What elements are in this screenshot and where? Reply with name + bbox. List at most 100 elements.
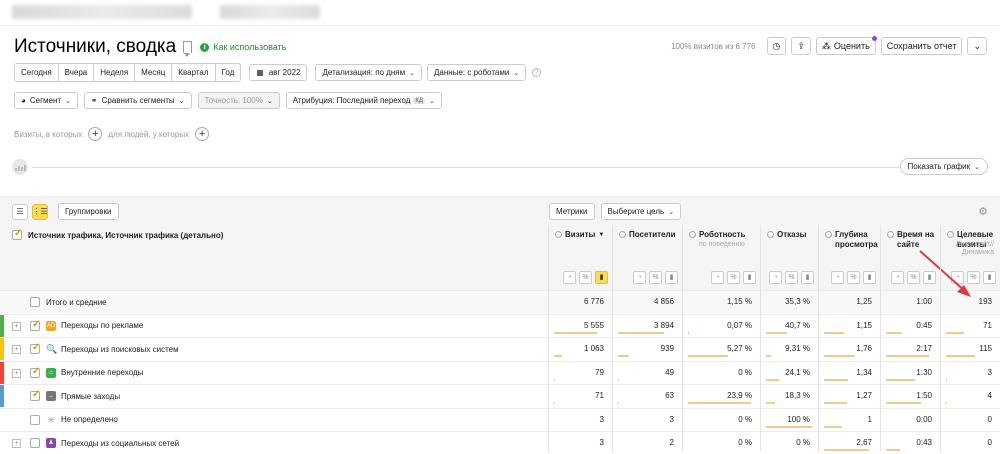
percent-icon[interactable]: %: [907, 271, 920, 284]
percent-icon[interactable]: %: [785, 271, 798, 284]
table-row[interactable]: +⌂Внутренние переходы79490 %24,1 %1,341:…: [0, 361, 1000, 384]
column-header[interactable]: Роботностьпо поведению◔%▮: [682, 225, 760, 290]
bar-icon[interactable]: ▮: [863, 271, 876, 284]
percent-icon[interactable]: %: [847, 271, 860, 284]
column-divider: [940, 225, 941, 451]
goal-dropdown[interactable]: Выберите цель⌄: [601, 203, 682, 220]
pie-icon[interactable]: ◔: [769, 271, 782, 284]
column-header[interactable]: Время на сайте ◔%▮: [880, 225, 940, 290]
period-today[interactable]: Сегодня: [15, 64, 59, 81]
export-button[interactable]: ⇪: [791, 37, 811, 55]
dimension-label: Источник трафика, Источник трафика (дета…: [28, 231, 223, 240]
percent-icon[interactable]: %: [579, 271, 592, 284]
row-checkbox[interactable]: [30, 344, 40, 354]
pie-icon[interactable]: ◔: [951, 271, 964, 284]
totals-row[interactable]: Итого и средние6 7764 8561,15 %35,3 %1,2…: [0, 290, 1000, 313]
column-header[interactable]: Визиты▼◔%▮: [548, 225, 612, 290]
row-label: Внутренние переходы: [61, 368, 143, 377]
period-yesterday[interactable]: Вчера: [59, 64, 95, 81]
more-menu-button[interactable]: ⌄: [967, 37, 987, 55]
help-icon[interactable]: ?: [532, 68, 541, 77]
share-bar: [766, 379, 779, 381]
segment-row: ◕ Сегмент⌄ ⚭ Сравнить сегменты⌄ Точность…: [14, 92, 442, 109]
column-subtitle: по поведению: [699, 241, 745, 249]
row-checkbox[interactable]: [30, 391, 40, 401]
column-header[interactable]: Глубина просмотра◔%▮: [818, 225, 880, 290]
bar-icon[interactable]: ▮: [801, 271, 814, 284]
people-filter-label: для людей, у которых: [108, 130, 189, 139]
attribution-dropdown[interactable]: Атрибуция: Последний переход КД ⌄: [286, 92, 442, 109]
expand-button[interactable]: +: [12, 322, 21, 331]
metrics-button[interactable]: Метрики: [549, 203, 595, 220]
expand-button[interactable]: +: [12, 439, 21, 448]
metric-cell: 23,9 %: [682, 391, 752, 400]
pie-icon[interactable]: ◔: [711, 271, 724, 284]
bar-icon[interactable]: ▮: [923, 271, 936, 284]
accuracy-dropdown[interactable]: Точность: 100%⌄: [198, 92, 280, 109]
date-picker-button[interactable]: ▦ авг 2022: [249, 64, 307, 81]
rate-button[interactable]: ⁂ Оценить: [816, 37, 876, 55]
segment-button[interactable]: ◕ Сегмент⌄: [14, 92, 78, 109]
bar-icon[interactable]: ▮: [595, 271, 608, 284]
percent-icon[interactable]: %: [649, 271, 662, 284]
row-checkbox[interactable]: [30, 297, 40, 307]
compare-segments-button[interactable]: ⚭ Сравнить сегменты⌄: [84, 92, 192, 109]
tree-view-button[interactable]: ⋮☰: [32, 204, 48, 220]
gear-icon[interactable]: ⚙: [978, 205, 988, 218]
add-visit-filter-button[interactable]: +: [88, 127, 102, 141]
metric-info-icon: [767, 231, 774, 238]
data-dropdown[interactable]: Данные: с роботами⌄: [427, 64, 526, 81]
column-header[interactable]: Посетители◔%▮: [612, 225, 682, 290]
add-people-filter-button[interactable]: +: [195, 127, 209, 141]
how-to-link[interactable]: i Как использовать: [200, 42, 286, 52]
share-bar: [886, 379, 915, 381]
info-icon: i: [200, 43, 209, 52]
metric-cell: 2,67: [818, 438, 872, 447]
save-report-button[interactable]: Сохранить отчет: [881, 37, 963, 55]
column-divider: [880, 225, 881, 451]
period-quarter[interactable]: Квартал: [172, 64, 215, 81]
table-row[interactable]: +ADПереходы по рекламе5 5553 8940,07 %40…: [0, 314, 1000, 337]
sort-icon[interactable]: ▼: [598, 230, 604, 240]
metric-cell: 1,15: [818, 321, 872, 330]
detail-dropdown[interactable]: Детализация: по дням⌄: [315, 64, 422, 81]
show-graph-button[interactable]: Показать график⌄: [900, 158, 988, 175]
table-row[interactable]: ✳Не определено330 %100 %10:000: [0, 408, 1000, 431]
row-checkbox[interactable]: [30, 321, 40, 331]
bar-icon[interactable]: ▮: [983, 271, 996, 284]
pie-icon[interactable]: ◔: [891, 271, 904, 284]
share-bar: [688, 332, 689, 334]
row-checkbox[interactable]: [30, 415, 40, 425]
period-week[interactable]: Неделя: [94, 64, 135, 81]
column-header[interactable]: Отказы◔%▮: [760, 225, 818, 290]
table-row[interactable]: →Прямые заходы716323,9 %18,3 %1,271:504: [0, 384, 1000, 407]
bar-icon[interactable]: ▮: [665, 271, 678, 284]
expand-button[interactable]: +: [12, 345, 21, 354]
dimension-checkbox[interactable]: [12, 230, 22, 240]
bar-icon[interactable]: ▮: [743, 271, 756, 284]
period-month[interactable]: Месяц: [135, 64, 172, 81]
column-header[interactable]: Целевые визитыЛид с сайт// Динамика◔%▮: [940, 225, 1000, 290]
percent-icon[interactable]: %: [727, 271, 740, 284]
show-graph-label: Показать график: [908, 162, 971, 171]
share-bar: [618, 379, 619, 381]
row-checkbox[interactable]: [30, 368, 40, 378]
row-checkbox[interactable]: [30, 438, 40, 448]
row-label: Итого и средние: [46, 298, 107, 307]
table-row[interactable]: +🔍Переходы из поисковых систем1 0639395,…: [0, 337, 1000, 360]
dimension-header[interactable]: Источник трафика, Источник трафика (дета…: [12, 230, 223, 240]
chevron-down-icon: ⌄: [65, 97, 71, 105]
metric-cell: 0 %: [682, 415, 752, 424]
expand-button[interactable]: +: [12, 369, 21, 378]
pie-icon[interactable]: ◔: [831, 271, 844, 284]
pie-icon[interactable]: ◔: [633, 271, 646, 284]
bookmark-icon[interactable]: [183, 41, 192, 53]
percent-icon[interactable]: %: [967, 271, 980, 284]
column-label: Время на сайте: [897, 230, 937, 250]
pie-icon[interactable]: ◔: [563, 271, 576, 284]
clock-button[interactable]: ◷: [767, 37, 787, 55]
period-year[interactable]: Год: [216, 64, 241, 81]
list-view-button[interactable]: ☰: [12, 204, 28, 220]
groupings-button[interactable]: Группировки: [58, 203, 119, 220]
accuracy-label: Точность: 100%: [205, 96, 263, 105]
